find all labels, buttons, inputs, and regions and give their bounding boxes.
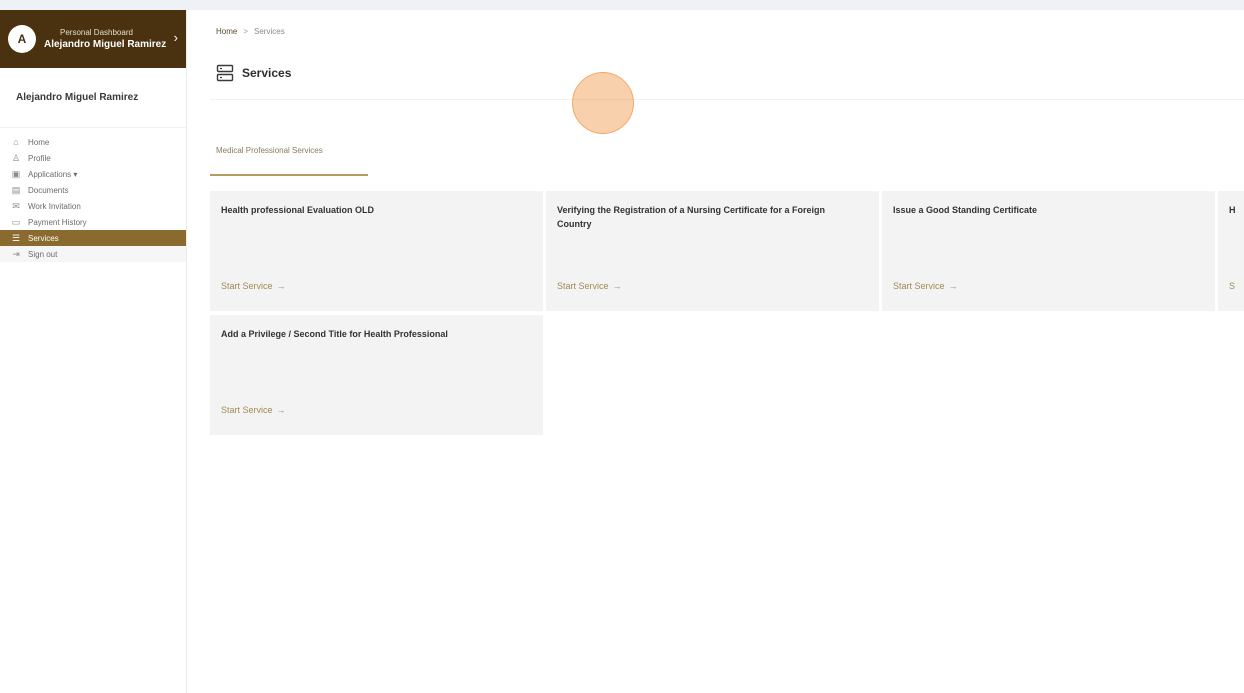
invitation-icon: ✉ [12, 200, 20, 211]
sidebar-item-label: Documents [28, 185, 69, 195]
sidebar-item-label: Home [28, 137, 50, 147]
browser-top-strip [0, 0, 1244, 10]
sidebar-item-work-invitation[interactable]: ✉ Work Invitation [0, 198, 186, 214]
start-service-label: Start Service [557, 281, 609, 291]
payment-icon: ▭ [11, 216, 21, 227]
sidebar-nav: ⌂ Home ♙ Profile ▣ Applications ▾ ▤ Docu… [0, 128, 186, 262]
sidebar-item-sign-out[interactable]: ⇥ Sign out [0, 246, 186, 262]
service-card[interactable]: Issue a Good Standing Certificate Start … [882, 191, 1215, 311]
start-service-label: S [1229, 281, 1236, 291]
home-icon: ⌂ [13, 137, 19, 147]
arrow-right-icon: → [948, 281, 958, 291]
sidebar-item-home[interactable]: ⌂ Home [0, 134, 186, 150]
service-card-title: Health professional Evaluation OLD [221, 205, 375, 215]
service-card[interactable]: Health professional Evaluation OLD Start… [210, 191, 543, 311]
profile-subtitle: Personal Dashboard [60, 28, 133, 37]
user-icon: ♙ [11, 152, 21, 163]
service-card[interactable]: Add a Privilege / Second Title for Healt… [210, 315, 543, 435]
profile-header[interactable]: A Personal Dashboard Alejandro Miguel Ra… [0, 10, 186, 68]
service-card-title: Add a Privilege / Second Title for Healt… [221, 329, 448, 339]
sidebar-item-applications[interactable]: ▣ Applications ▾ [0, 166, 186, 182]
breadcrumb-current: Services [254, 27, 285, 36]
sidebar: A Personal Dashboard Alejandro Miguel Ra… [0, 10, 187, 693]
sidebar-item-label: Sign out [28, 249, 58, 259]
services-icon: ☰ [11, 232, 21, 243]
tab-medical-professional-services[interactable]: Medical Professional Services [210, 146, 368, 176]
sidebar-item-label: Services [28, 233, 59, 243]
sidebar-item-profile[interactable]: ♙ Profile [0, 150, 186, 166]
start-service-link[interactable]: Start Service → [893, 281, 958, 291]
service-card-title: H [1229, 205, 1236, 215]
start-service-link[interactable]: S [1229, 281, 1235, 291]
page-title: Services [216, 64, 291, 82]
sidebar-item-label: Work Invitation [28, 201, 81, 211]
sidebar-user-name: Alejandro Miguel Ramirez [0, 68, 186, 128]
breadcrumb-home-link[interactable]: Home [216, 27, 237, 36]
breadcrumb-separator: > [243, 27, 249, 36]
start-service-label: Start Service [893, 281, 945, 291]
main-content: Home > Services Services Medical Professio… [188, 10, 1244, 693]
sidebar-item-documents[interactable]: ▤ Documents [0, 182, 186, 198]
sidebar-item-payment-history[interactable]: ▭ Payment History [0, 214, 186, 230]
sidebar-item-label: Applications ▾ [28, 169, 78, 179]
documents-icon: ▤ [11, 184, 21, 195]
service-card-title: Verifying the Registration of a Nursing … [557, 205, 826, 229]
sign-out-icon: ⇥ [12, 248, 20, 259]
page-title-text: Services [242, 66, 292, 80]
services-icon [216, 64, 234, 82]
chevron-right-icon[interactable]: › [174, 30, 178, 45]
start-service-link[interactable]: Start Service → [221, 281, 286, 291]
applications-icon: ▣ [11, 168, 21, 179]
arrow-right-icon: → [276, 281, 286, 291]
start-service-link[interactable]: Start Service → [221, 405, 286, 415]
start-service-link[interactable]: Start Service → [557, 281, 622, 291]
profile-name: Alejandro Miguel Ramirez [44, 39, 167, 50]
profile-text: Personal Dashboard Alejandro Miguel Rami… [44, 27, 166, 51]
breadcrumb: Home > Services [216, 27, 285, 36]
service-card-partial[interactable]: H S [1218, 191, 1244, 311]
sidebar-item-services[interactable]: ☰ Services [0, 230, 186, 246]
service-card-title: Issue a Good Standing Certificate [893, 205, 1038, 215]
arrow-right-icon: → [276, 405, 286, 415]
sidebar-item-label: Payment History [28, 217, 87, 227]
click-indicator [572, 72, 634, 134]
avatar: A [8, 25, 36, 53]
arrow-right-icon: → [612, 281, 622, 291]
start-service-label: Start Service [221, 281, 273, 291]
start-service-label: Start Service [221, 405, 273, 415]
sidebar-item-label: Profile [28, 153, 51, 163]
service-card[interactable]: Verifying the Registration of a Nursing … [546, 191, 879, 311]
title-divider [210, 99, 1244, 100]
